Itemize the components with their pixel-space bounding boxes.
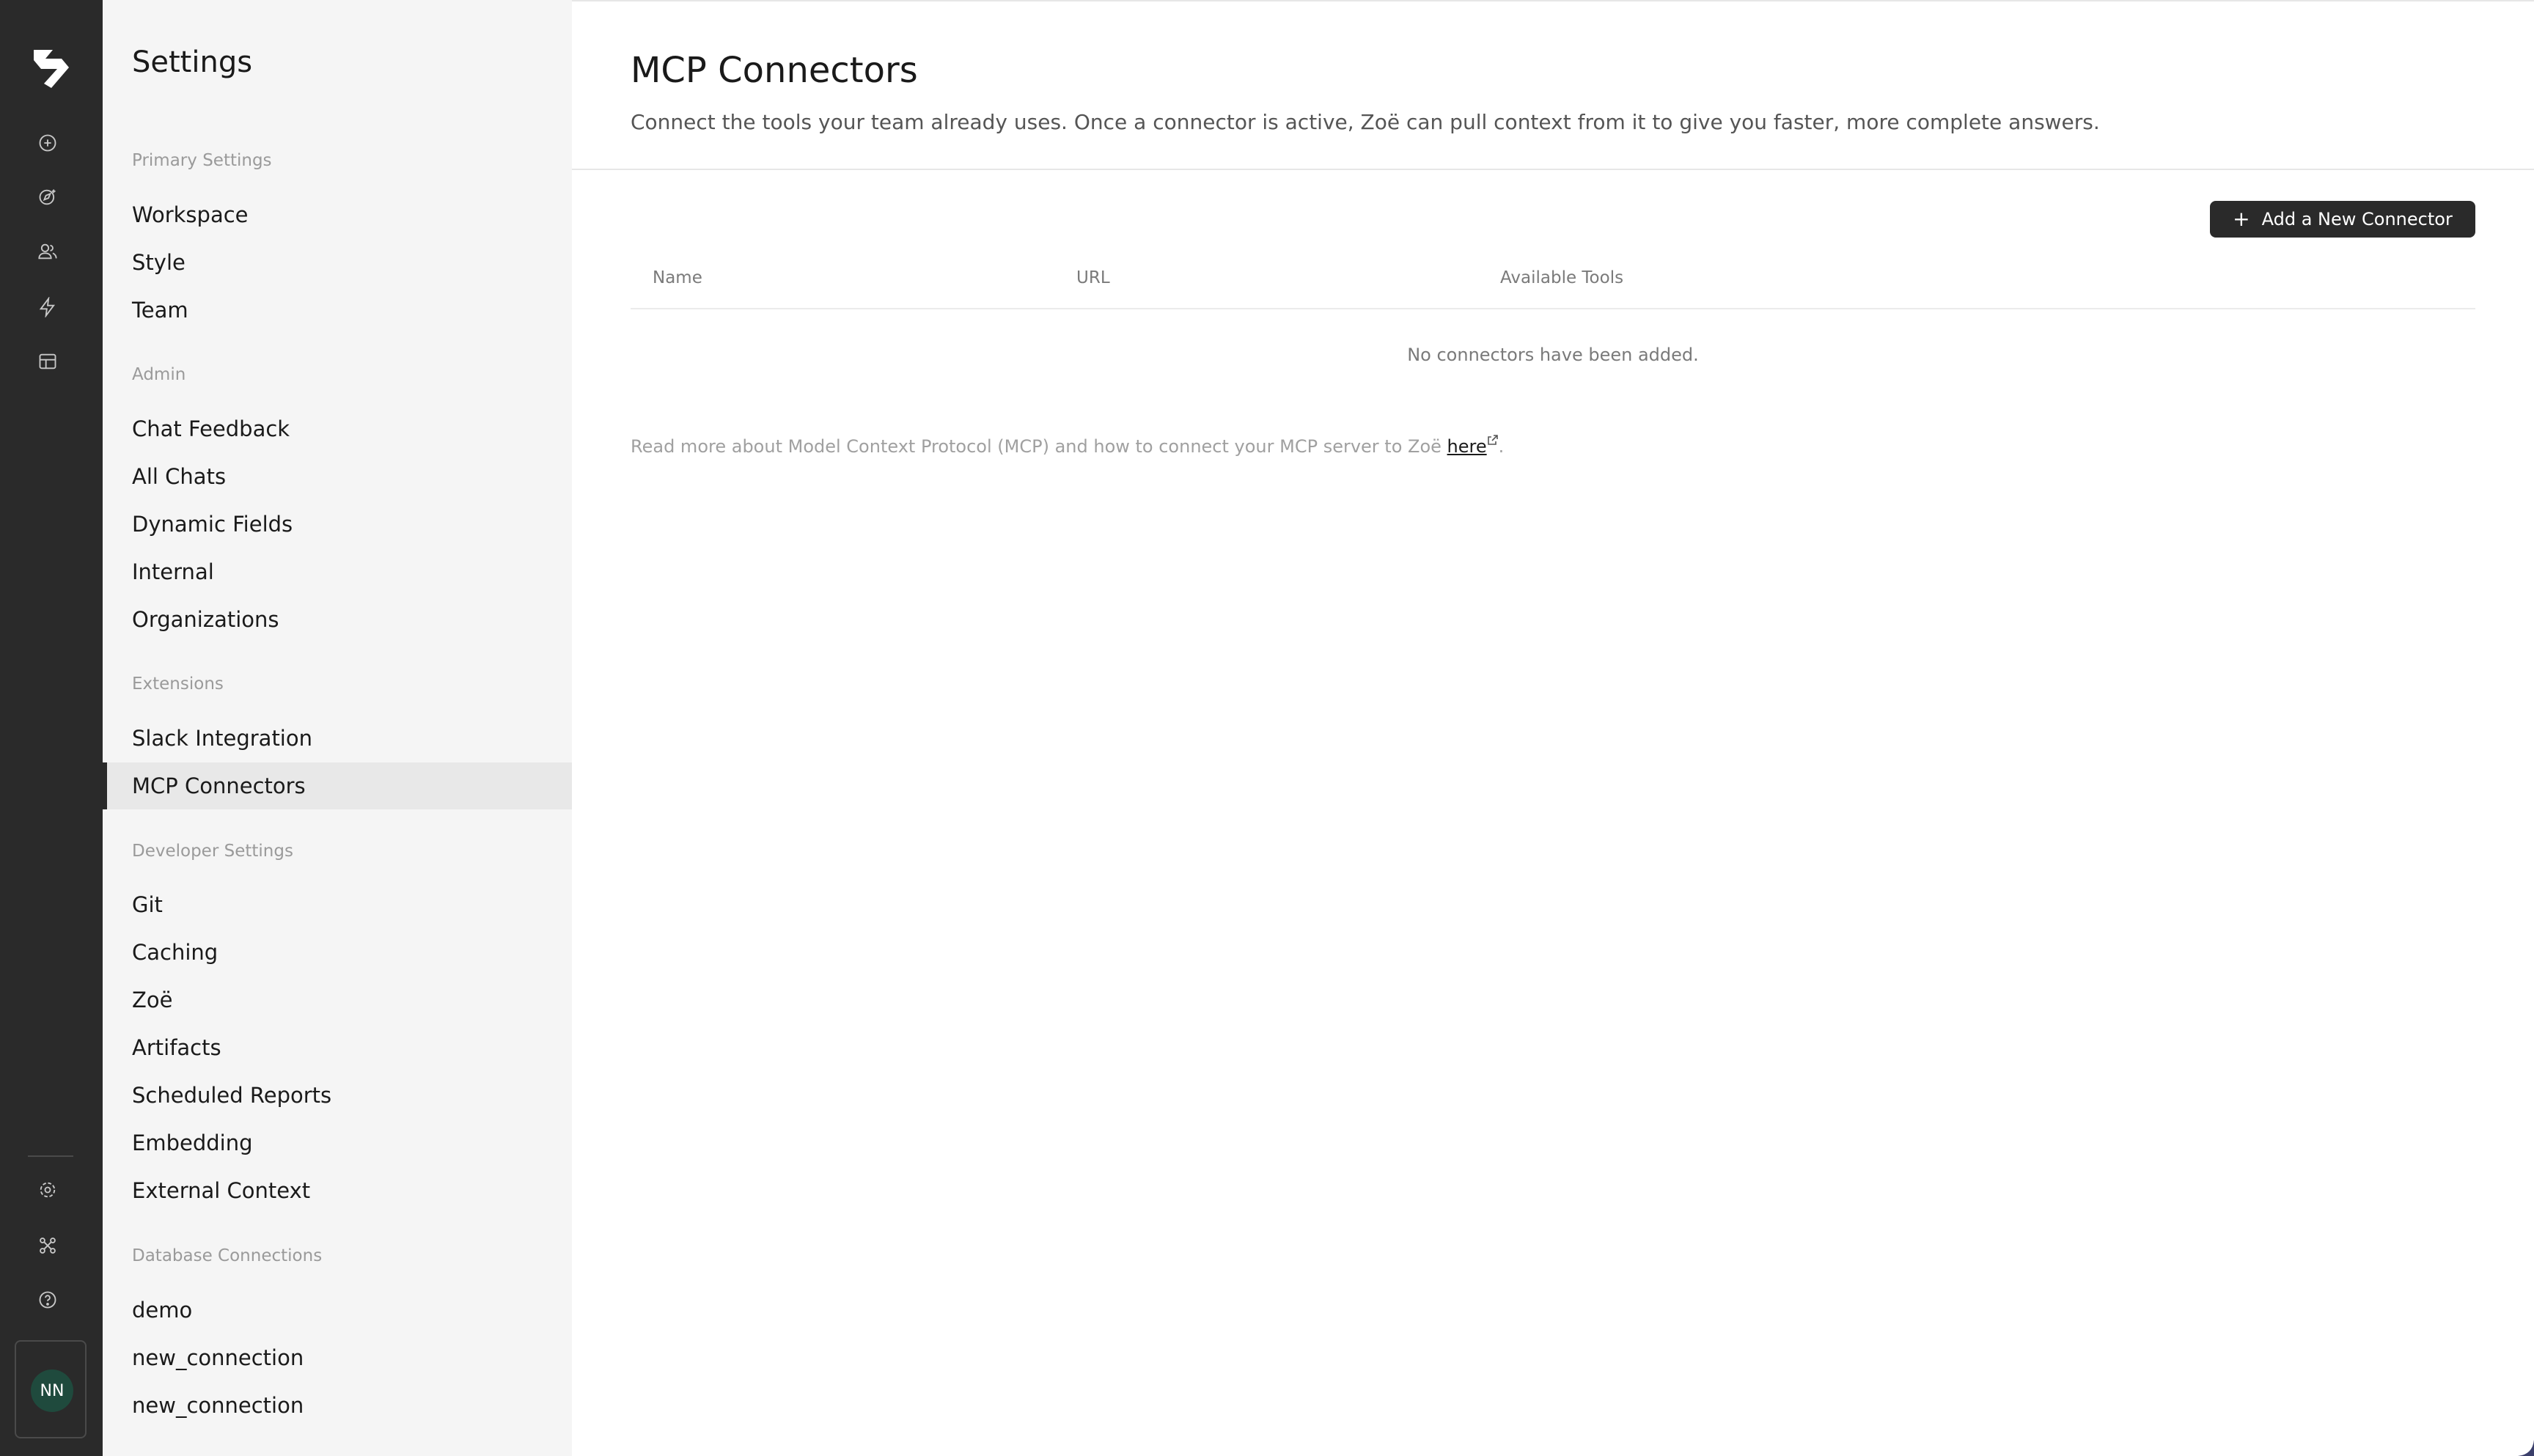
sidebar-item-demo[interactable]: demo [103,1287,572,1334]
sidebar-item-team[interactable]: Team [103,287,572,334]
empty-state-text: No connectors have been added. [1407,345,1699,365]
sidebar-item-git[interactable]: Git [103,881,572,928]
settings-icon[interactable] [34,1176,62,1204]
sidebar-item-organizations[interactable]: Organizations [103,596,572,643]
explore-icon[interactable] [34,183,62,211]
bolt-icon[interactable] [34,293,62,321]
user-menu[interactable]: NN [15,1340,87,1438]
rail-separator [28,1155,73,1157]
docs-link[interactable]: here [1447,436,1487,457]
sidebar-title: Settings [132,45,253,79]
footnote-end: . [1498,436,1505,457]
window-corner-decoration [2518,1440,2534,1456]
section-label-admin: Admin [132,365,186,384]
users-icon[interactable] [34,238,62,265]
plus-icon: + [2233,207,2250,231]
section-label-extensions: Extensions [132,674,224,694]
sidebar-item-scheduled-reports[interactable]: Scheduled Reports [103,1072,572,1119]
section-label-primary-settings: Primary Settings [132,151,272,170]
mcp-footnote: Read more about Model Context Protocol (… [631,434,1504,457]
sidebar-item-workspace[interactable]: Workspace [103,191,572,238]
sidebar-item-dynamic-fields[interactable]: Dynamic Fields [103,501,572,548]
sidebar-item-mcp-connectors[interactable]: MCP Connectors [103,762,572,809]
sidebar-item-caching[interactable]: Caching [103,929,572,976]
settings-sidebar: Settings Primary Settings Workspace Styl… [103,0,572,1456]
sidebar-item-artifacts[interactable]: Artifacts [103,1024,572,1071]
section-label-developer-settings: Developer Settings [132,842,293,861]
sidebar-item-new-connection-2[interactable]: new_connection [103,1382,572,1429]
page-description: Connect the tools your team already uses… [631,110,2100,134]
sidebar-item-embedding[interactable]: Embedding [103,1119,572,1166]
external-link-icon[interactable] [1487,434,1499,446]
sidebar-item-slack-integration[interactable]: Slack Integration [103,715,572,762]
icon-rail: NN [0,0,103,1456]
new-chat-icon[interactable] [34,129,62,157]
avatar[interactable]: NN [31,1369,73,1412]
sidebar-item-internal[interactable]: Internal [103,548,572,595]
layout-icon[interactable] [34,348,62,375]
sidebar-item-zoe[interactable]: Zoë [103,977,572,1023]
help-icon[interactable] [34,1286,62,1314]
add-connector-label: Add a New Connector [2261,209,2453,229]
column-header-url[interactable]: URL [1076,268,1110,287]
add-connector-button[interactable]: + Add a New Connector [2210,201,2475,238]
page-title: MCP Connectors [631,50,918,91]
section-label-database-connections: Database Connections [132,1246,323,1265]
sidebar-item-new-connection[interactable]: new_connection [103,1334,572,1381]
sidebar-item-external-context[interactable]: External Context [103,1167,572,1214]
footnote-text: Read more about Model Context Protocol (… [631,436,1447,457]
main-content: MCP Connectors Connect the tools your te… [572,0,2534,1456]
sidebar-item-chat-feedback[interactable]: Chat Feedback [103,405,572,452]
table-header-divider [631,308,2475,309]
sidebar-item-all-chats[interactable]: All Chats [103,453,572,500]
header-divider [572,169,2534,170]
sidebar-item-style[interactable]: Style [103,239,572,286]
logo-icon[interactable] [29,43,73,91]
column-header-name[interactable]: Name [653,268,702,287]
integrations-icon[interactable] [34,1232,62,1260]
column-header-available-tools[interactable]: Available Tools [1500,268,1623,287]
